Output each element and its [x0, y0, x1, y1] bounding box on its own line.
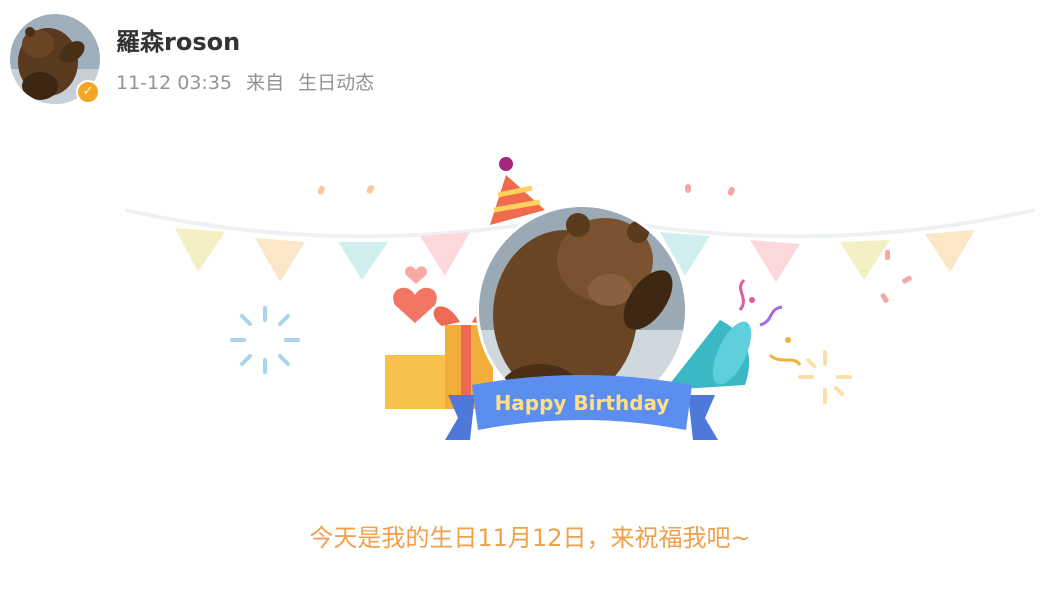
birthday-illustration: Happy Birthday [124, 157, 1036, 440]
birthday-card[interactable]: Happy Birthday [120, 140, 1040, 480]
post-header: ✓ 羅森roson 11-12 03:35 来自 生日动态 [10, 14, 610, 106]
username[interactable]: 羅森roson [116, 22, 240, 57]
ribbon-banner-icon: Happy Birthday [445, 375, 718, 440]
post-time[interactable]: 11-12 03:35 [116, 72, 232, 94]
ribbon-text: Happy Birthday [495, 391, 670, 415]
source-prefix: 来自 [246, 72, 285, 94]
firework-icon [230, 306, 300, 374]
firework-icon [798, 350, 852, 404]
post-meta: 11-12 03:35 来自 生日动态 [116, 68, 382, 95]
birthday-wish-text: 今天是我的生日11月12日，来祝福我吧~ [309, 524, 751, 552]
hearts-icon [393, 266, 437, 323]
source-link[interactable]: 生日动态 [298, 72, 374, 94]
verified-badge-icon: ✓ [76, 80, 100, 104]
